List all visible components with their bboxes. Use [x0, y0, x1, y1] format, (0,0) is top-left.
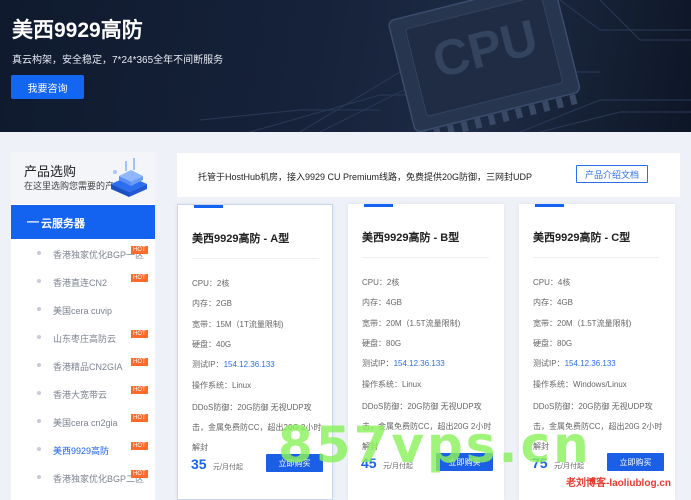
- cpu-bg-text: CPU: [427, 9, 543, 89]
- hot-badge: HOT: [131, 386, 148, 394]
- divider: [192, 258, 319, 259]
- spec-memory: 内存：4GB: [533, 298, 574, 307]
- sidebar-item-hk-cn2gia[interactable]: 香港精品CN2GIA HOT: [11, 352, 155, 380]
- page-title: 美西9929高防: [12, 19, 143, 42]
- spec-cpu: CPU：2核: [192, 279, 230, 288]
- plan-name: 美西9929高防 - C型: [533, 232, 631, 244]
- sidebar-item-us-9929[interactable]: 美西9929高防 HOT: [11, 436, 155, 464]
- category-label: 云服务器: [41, 218, 85, 230]
- card-accent: [194, 205, 223, 208]
- hot-badge: HOT: [131, 246, 148, 254]
- spec-test-ip: 测试IP：154.12.36.133: [362, 359, 445, 368]
- spec-bandwidth: 宽带：15M（1T流量限制): [192, 320, 284, 329]
- spec-disk: 硬盘：80G: [362, 339, 402, 348]
- sidebar-item-us-cuvip[interactable]: 美国cera cuvip: [11, 296, 155, 324]
- hot-badge: HOT: [131, 442, 148, 450]
- spec-disk: 硬盘：80G: [533, 339, 573, 348]
- sidebar-item-label: 美西9929高防: [53, 446, 110, 456]
- spec-memory: 内存：2GB: [192, 299, 233, 308]
- sidebar-item-shandong[interactable]: 山东枣庄高防云 HOT: [11, 324, 155, 352]
- bullet-icon: [37, 251, 41, 255]
- bullet-icon: [37, 475, 41, 479]
- spec-bandwidth: 宽带：20M（1.5T流量限制): [362, 319, 461, 328]
- bullet-icon: [37, 279, 41, 283]
- plan-name: 美西9929高防 - A型: [192, 233, 290, 245]
- price-unit: 元/月付起: [213, 464, 243, 471]
- hot-badge: HOT: [131, 470, 148, 478]
- spec-test-ip: 测试IP：154.12.36.133: [192, 360, 275, 369]
- sidebar-item-label: 美国cera cn2gia: [53, 418, 118, 428]
- product-sidebar: 产品选购 在这里选购您需要的产品 — 云服务器 香港独家优化BGP一区 HOT …: [11, 152, 155, 500]
- consult-button[interactable]: 我要咨询: [11, 75, 84, 99]
- sidebar-item-us-cn2gia[interactable]: 美国cera cn2gia HOT: [11, 408, 155, 436]
- spec-memory: 内存：4GB: [362, 298, 403, 307]
- hot-badge: HOT: [131, 358, 148, 366]
- bullet-icon: [37, 335, 41, 339]
- info-banner: 托管于HostHub机房，接入9929 CU Premium线路，免费提供20G…: [177, 153, 680, 197]
- spec-os: 操作系统：Linux: [192, 381, 252, 390]
- spec-os: 操作系统：Linux: [362, 380, 422, 389]
- plan-name: 美西9929高防 - B型: [362, 232, 460, 244]
- test-ip-link[interactable]: 154.12.36.133: [224, 360, 275, 369]
- sidebar-item-hk-bgp-2[interactable]: 香港独家优化BGP二区 HOT: [11, 464, 155, 492]
- bullet-icon: [37, 363, 41, 367]
- spec-cpu: CPU：4核: [533, 278, 571, 287]
- sidebar-category-cloud-server[interactable]: — 云服务器: [11, 205, 155, 239]
- divider: [533, 257, 660, 258]
- test-ip-link[interactable]: 154.12.36.133: [394, 359, 445, 368]
- spec-disk: 硬盘：40G: [192, 340, 232, 349]
- server-illustration-icon: [111, 158, 147, 197]
- hot-badge: HOT: [131, 330, 148, 338]
- hot-badge: HOT: [131, 414, 148, 422]
- sidebar-item-label: 香港直连CN2: [53, 278, 108, 288]
- plan-price: 35: [191, 456, 207, 472]
- sidebar-item-label: 香港大宽带云: [53, 390, 108, 400]
- banner-text: 托管于HostHub机房，接入9929 CU Premium线路，免费提供20G…: [198, 172, 533, 182]
- sidebar-item-label: 山东枣庄高防云: [53, 334, 117, 344]
- watermark-small: 老刘博客-laoliublog.cn: [566, 478, 671, 489]
- sidebar-title: 产品选购: [24, 164, 77, 179]
- sidebar-item-hk-bgp-1[interactable]: 香港独家优化BGP一区 HOT: [11, 240, 155, 268]
- spec-cpu: CPU：2核: [362, 278, 400, 287]
- sidebar-item-label: 香港精品CN2GIA: [53, 362, 123, 372]
- bullet-icon: [37, 419, 41, 423]
- card-accent: [535, 204, 564, 207]
- sidebar-item-hk-cn2[interactable]: 香港直连CN2 HOT: [11, 268, 155, 296]
- hot-badge: HOT: [131, 274, 148, 282]
- spec-test-ip: 测试IP：154.12.36.133: [533, 359, 616, 368]
- hero-banner: CPU 美西9929高防 真云构架，安全稳定，7*24*365全年不间断服务 我…: [0, 0, 691, 132]
- buy-now-button[interactable]: 立即购买: [607, 453, 664, 471]
- bullet-icon: [37, 391, 41, 395]
- product-doc-button[interactable]: 产品介绍文档: [576, 165, 648, 183]
- sidebar-item-hk-bandwidth[interactable]: 香港大宽带云 HOT: [11, 380, 155, 408]
- hero-subtitle: 真云构架，安全稳定，7*24*365全年不间断服务: [12, 55, 224, 66]
- test-ip-link[interactable]: 154.12.36.133: [565, 359, 616, 368]
- bullet-icon: [37, 447, 41, 451]
- bullet-icon: [37, 307, 41, 311]
- spec-os: 操作系统：Windows/Linux: [533, 380, 627, 389]
- sidebar-item-label: 美国cera cuvip: [53, 306, 113, 316]
- card-accent: [364, 204, 393, 207]
- spec-bandwidth: 宽带：20M（1.5T流量限制): [533, 319, 632, 328]
- sidebar-header: 产品选购 在这里选购您需要的产品: [11, 152, 155, 204]
- watermark-large: 857vps.cn: [278, 416, 592, 474]
- divider: [362, 257, 489, 258]
- collapse-dash-icon: —: [27, 214, 39, 228]
